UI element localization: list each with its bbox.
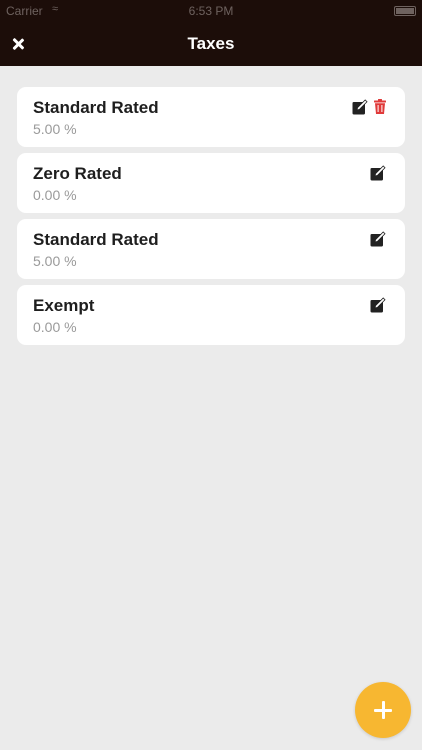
tax-item[interactable]: Exempt 0.00 % xyxy=(17,285,405,345)
tax-item[interactable]: Standard Rated 5.00 % xyxy=(17,87,405,147)
edit-icon[interactable] xyxy=(370,231,386,247)
tax-rate: 5.00 % xyxy=(33,121,77,137)
tax-name: Exempt xyxy=(33,296,95,315)
tax-rate: 0.00 % xyxy=(33,187,77,203)
edit-icon[interactable] xyxy=(352,99,368,115)
status-bar: Carrier ≈ 6:53 PM xyxy=(0,0,422,22)
edit-icon[interactable] xyxy=(370,165,386,181)
battery-icon xyxy=(394,6,416,16)
tax-name: Standard Rated xyxy=(33,230,159,249)
add-tax-button[interactable] xyxy=(355,682,411,738)
status-time: 6:53 PM xyxy=(188,4,234,18)
page-title: Taxes xyxy=(187,34,235,53)
tax-name: Zero Rated xyxy=(33,164,122,183)
tax-rate: 5.00 % xyxy=(33,253,77,269)
tax-item[interactable]: Standard Rated 5.00 % xyxy=(17,219,405,279)
edit-icon[interactable] xyxy=(370,297,386,313)
tax-rate: 0.00 % xyxy=(33,319,77,335)
trash-icon[interactable] xyxy=(374,99,386,114)
header: Carrier ≈ 6:53 PM Taxes xyxy=(0,0,422,66)
tax-name: Standard Rated xyxy=(33,98,159,117)
tax-item[interactable]: Zero Rated 0.00 % xyxy=(17,153,405,213)
tax-list: Standard Rated 5.00 % Zero Rated 0.00 % … xyxy=(17,87,405,351)
